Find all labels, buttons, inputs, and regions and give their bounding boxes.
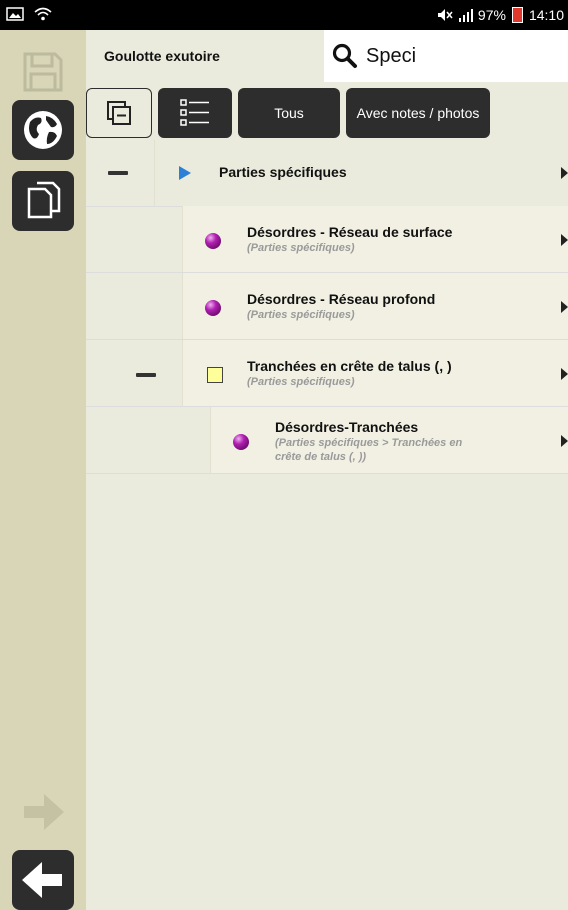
yellow-square-icon [207, 367, 223, 383]
tree-item-subtitle: (Parties spécifiques) [247, 242, 355, 254]
mute-icon [436, 7, 454, 23]
blue-triangle-icon [179, 166, 191, 180]
tree-item-subtitle: (Parties spécifiques) [247, 376, 355, 388]
toolbar: Tous Avec notes / photos [86, 82, 568, 146]
tree-row[interactable]: Tranchées en crête de talus (, ) (Partie… [86, 340, 568, 407]
copy-button[interactable] [12, 171, 74, 231]
forward-button[interactable] [12, 782, 74, 842]
header: Goulotte exutoire [86, 30, 568, 82]
tree-row[interactable]: Désordres - Réseau de surface (Parties s… [86, 206, 568, 273]
search-box[interactable] [324, 30, 568, 82]
chevron-right-icon[interactable] [561, 435, 568, 447]
tree-item-subtitle: (Parties spécifiques > Tranchées en [275, 437, 463, 449]
globe-button[interactable] [12, 100, 74, 160]
tree-row[interactable]: Parties spécifiques [86, 140, 568, 207]
purple-sphere-icon [205, 233, 221, 249]
collapse-toggle[interactable] [108, 171, 128, 175]
save-button[interactable] [12, 42, 74, 102]
tree-item-title: Parties spécifiques [219, 164, 347, 180]
battery-icon [511, 7, 523, 23]
clock: 14:10 [528, 7, 564, 23]
chevron-right-icon[interactable] [561, 234, 568, 246]
tree-row[interactable]: Désordres-Tranchées (Parties spécifiques… [86, 407, 568, 474]
arrow-right-icon [24, 794, 64, 830]
tree-item-subtitle: crête de talus (, )) [275, 451, 367, 463]
tree-card[interactable]: Parties spécifiques [154, 140, 568, 206]
search-icon [332, 43, 357, 68]
status-bar: 97% 14:10 [0, 0, 568, 30]
list-view-button[interactable] [158, 88, 232, 138]
tree-item-title: Désordres - Réseau profond [247, 291, 436, 307]
list-icon [180, 99, 209, 126]
battery-percent: 97% [477, 7, 506, 23]
collapse-toggle[interactable] [136, 373, 156, 377]
tree-card[interactable]: Désordres - Réseau de surface (Parties s… [182, 206, 568, 272]
chevron-right-icon[interactable] [561, 368, 568, 380]
sidebar [0, 30, 86, 910]
tree-card[interactable]: Tranchées en crête de talus (, ) (Partie… [182, 340, 568, 406]
tree-card[interactable]: Désordres - Réseau profond (Parties spéc… [182, 273, 568, 339]
tree-item-title: Désordres-Tranchées [275, 419, 419, 435]
back-button[interactable] [12, 850, 74, 910]
purple-sphere-icon [205, 300, 221, 316]
purple-sphere-icon [233, 434, 249, 450]
filter-all-button[interactable]: Tous [238, 88, 340, 138]
tree-row[interactable]: Désordres - Réseau profond (Parties spéc… [86, 273, 568, 340]
page-title: Goulotte exutoire [104, 48, 220, 64]
arrow-left-icon [22, 862, 62, 898]
globe-icon [24, 111, 62, 149]
collapse-all-button[interactable] [86, 88, 152, 138]
chevron-right-icon[interactable] [561, 167, 568, 179]
save-icon [23, 52, 63, 92]
tree-item-title: Tranchées en crête de talus (, ) [247, 358, 452, 374]
tree-card[interactable]: Désordres-Tranchées (Parties spécifiques… [210, 407, 568, 473]
tree-item-subtitle: (Parties spécifiques) [247, 309, 355, 321]
search-input[interactable] [364, 43, 558, 69]
wifi-icon [34, 6, 52, 22]
copy-icon [27, 181, 61, 219]
chevron-right-icon[interactable] [561, 301, 568, 313]
gallery-icon [6, 6, 24, 22]
collapse-icon [107, 101, 131, 125]
tree-item-title: Désordres - Réseau de surface [247, 224, 453, 240]
filter-notes-photos-button[interactable]: Avec notes / photos [346, 88, 490, 138]
signal-icon [457, 7, 475, 23]
